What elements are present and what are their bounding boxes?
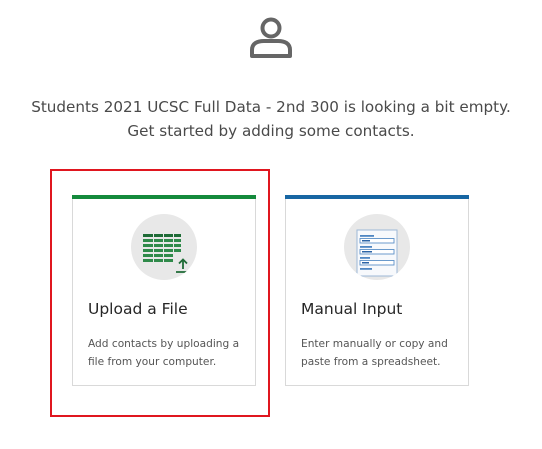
empty-state-message: Students 2021 UCSC Full Data - 2nd 300 i… <box>0 95 542 143</box>
form-input-icon <box>356 229 398 277</box>
manual-card-title: Manual Input <box>301 300 403 318</box>
manual-card-icon-circle <box>344 214 410 280</box>
manual-card-description: Enter manually or copy and paste from a … <box>301 335 461 371</box>
manual-card-description-line2: paste from a spreadsheet. <box>301 356 441 368</box>
empty-state-message-line1: Students 2021 UCSC Full Data - 2nd 300 i… <box>31 98 511 116</box>
manual-card-description-line1: Enter manually or copy and <box>301 338 448 350</box>
empty-state-message-line2: Get started by adding some contacts. <box>127 122 415 140</box>
manual-card-accent-bar <box>285 195 469 199</box>
person-icon <box>250 17 292 58</box>
manual-input-card[interactable]: Manual Input Enter manually or copy and … <box>285 195 469 386</box>
highlight-box <box>50 169 270 417</box>
empty-contacts-page: Students 2021 UCSC Full Data - 2nd 300 i… <box>0 0 542 449</box>
